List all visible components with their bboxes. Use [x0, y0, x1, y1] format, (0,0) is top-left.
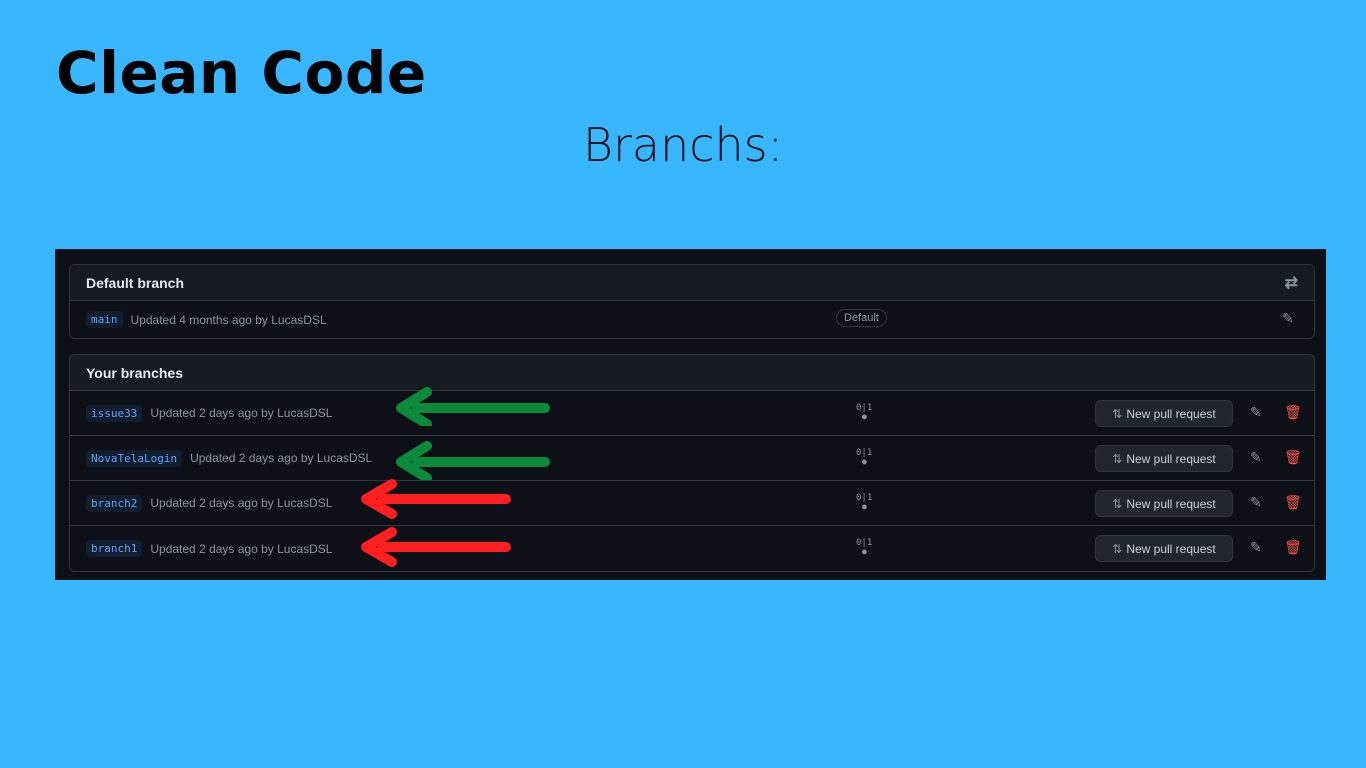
branch-updated-text: Updated 2 days ago by LucasDSL: [150, 406, 333, 420]
default-badge: Default: [836, 309, 887, 327]
behind-count: 0: [856, 448, 862, 458]
edit-icon[interactable]: ✎: [1250, 539, 1262, 556]
behind-count: 0: [856, 538, 862, 548]
new-pull-request-label: New pull request: [1126, 496, 1216, 511]
behind-count: 0: [856, 493, 862, 503]
new-pull-request-label: New pull request: [1126, 406, 1216, 421]
ahead-behind-indicator: 0|1 ●: [856, 538, 873, 556]
branch-name-link[interactable]: NovaTelaLogin: [86, 449, 183, 467]
branch-updated-text: Updated 2 days ago by LucasDSL: [150, 541, 333, 556]
branch-name-link[interactable]: branch1: [86, 540, 143, 557]
slide-title: Clean Code: [56, 39, 427, 107]
branch-name-link[interactable]: branch2: [86, 494, 143, 512]
branch-name-link[interactable]: issue33: [86, 404, 143, 422]
ahead-count: 1: [866, 538, 873, 548]
pull-request-icon: ⇅: [1112, 541, 1123, 556]
pull-request-icon: ⇅: [1112, 451, 1123, 466]
new-pull-request-button[interactable]: ⇅ New pull request: [1095, 445, 1233, 472]
default-branch-header: Default branch ⇄: [70, 265, 1314, 301]
edit-icon[interactable]: ✎: [1250, 449, 1262, 466]
new-pull-request-label: New pull request: [1126, 541, 1216, 556]
ahead-behind-indicator: 0|1 ●: [856, 448, 873, 466]
branches-screenshot: Default branch ⇄ main Updated 4 months a…: [55, 249, 1326, 580]
branch-row: NovaTelaLogin Updated 2 days ago by Luca…: [70, 436, 1314, 481]
branch-row-main: main Updated 4 months ago by LucasDSL De…: [70, 301, 1314, 338]
behind-count: 0: [856, 403, 862, 413]
delete-icon[interactable]: 🗑: [1284, 404, 1302, 421]
red-arrow-icon: [361, 479, 511, 519]
green-arrow-icon: [396, 441, 550, 480]
pull-request-icon: ⇅: [1112, 406, 1123, 421]
branch-row: branch2 Updated 2 days ago by LucasDSL 0…: [70, 481, 1314, 526]
your-branches-box: Your branches issue33 Updated 2 days ago…: [69, 354, 1315, 572]
slide-subtitle: Branchs:: [582, 118, 784, 172]
your-branches-heading: Your branches: [86, 364, 183, 381]
commit-dot-icon: ●: [862, 502, 867, 511]
delete-icon[interactable]: 🗑: [1284, 494, 1302, 511]
default-branch-heading: Default branch: [86, 274, 185, 291]
your-branches-header: Your branches: [70, 355, 1314, 391]
branch-row: branch1 Updated 2 days ago by LucasDSL 0…: [70, 526, 1314, 571]
ahead-count: 1: [866, 403, 873, 413]
delete-icon[interactable]: 🗑: [1284, 539, 1302, 556]
new-pull-request-label: New pull request: [1126, 451, 1216, 466]
branch-row: issue33 Updated 2 days ago by LucasDSL 0…: [70, 391, 1314, 436]
branch-updated-text: Updated 2 days ago by LucasDSL: [190, 451, 373, 465]
new-pull-request-button[interactable]: ⇅ New pull request: [1095, 535, 1233, 562]
new-pull-request-button[interactable]: ⇅ New pull request: [1095, 490, 1233, 517]
green-arrow-icon: [396, 387, 550, 426]
edit-icon[interactable]: ✎: [1282, 310, 1294, 327]
ahead-count: 1: [866, 448, 873, 458]
switch-branch-icon[interactable]: ⇄: [1285, 273, 1298, 293]
red-arrow-icon: [361, 527, 511, 567]
branch-updated-text: Updated 4 months ago by LucasDSL: [130, 312, 327, 327]
commit-dot-icon: ●: [862, 412, 867, 421]
ahead-count: 1: [866, 493, 873, 503]
commit-dot-icon: ●: [862, 547, 867, 556]
delete-icon[interactable]: 🗑: [1284, 449, 1302, 466]
ahead-behind-indicator: 0|1 ●: [856, 493, 873, 511]
branch-updated-text: Updated 2 days ago by LucasDSL: [150, 496, 333, 510]
branch-name-link[interactable]: main: [86, 311, 123, 328]
edit-icon[interactable]: ✎: [1250, 404, 1262, 421]
ahead-behind-indicator: 0|1 ●: [856, 403, 873, 421]
edit-icon[interactable]: ✎: [1250, 494, 1262, 511]
new-pull-request-button[interactable]: ⇅ New pull request: [1095, 400, 1233, 427]
pull-request-icon: ⇅: [1112, 496, 1123, 511]
commit-dot-icon: ●: [862, 457, 867, 466]
default-branch-box: Default branch ⇄ main Updated 4 months a…: [69, 264, 1315, 339]
